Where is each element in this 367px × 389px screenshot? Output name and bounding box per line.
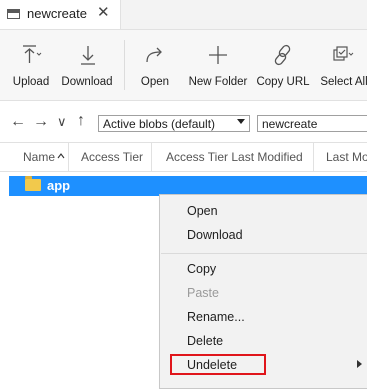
caret-down-icon xyxy=(237,119,245,124)
menu-divider xyxy=(161,253,367,254)
upload-button[interactable]: Upload xyxy=(6,30,56,100)
download-icon xyxy=(81,46,95,65)
undelete-highlight-box xyxy=(170,354,266,375)
column-header-row: Name Access Tier Access Tier Last Modifi… xyxy=(0,142,367,172)
menu-item-download[interactable]: Download xyxy=(187,228,243,242)
folder-icon xyxy=(25,176,41,191)
column-header-name[interactable]: Name xyxy=(23,143,65,171)
select-all-icon xyxy=(333,46,354,61)
download-button[interactable]: Download xyxy=(58,30,116,100)
close-icon[interactable]: ✕ xyxy=(97,4,110,22)
column-divider[interactable] xyxy=(68,143,69,171)
new-folder-label: New Folder xyxy=(188,76,248,88)
column-header-label: Name xyxy=(23,150,56,164)
blob-view-select[interactable]: Active blobs (default) xyxy=(98,115,250,132)
menu-item-open[interactable]: Open xyxy=(187,204,218,218)
tab-label: newcreate xyxy=(27,6,87,21)
column-header-last-modified[interactable]: Last Mo xyxy=(326,143,367,171)
path-value: newcreate xyxy=(262,117,318,131)
menu-item-copy[interactable]: Copy xyxy=(187,262,216,276)
link-icon xyxy=(274,44,291,66)
copy-url-label: Copy URL xyxy=(256,76,310,88)
toolbar: Upload Download Open New Folder Copy URL xyxy=(0,30,367,101)
menu-item-rename[interactable]: Rename... xyxy=(187,310,245,324)
copy-url-button[interactable]: Copy URL xyxy=(256,30,310,100)
tab-bar: newcreate ✕ xyxy=(0,0,367,30)
toolbar-divider xyxy=(124,40,125,90)
table-row[interactable]: app xyxy=(9,176,367,196)
forward-arrow-icon[interactable]: → xyxy=(33,113,49,131)
menu-item-paste: Paste xyxy=(187,286,219,300)
column-header-access-tier-last-modified[interactable]: Access Tier Last Modified xyxy=(166,143,303,171)
open-label: Open xyxy=(140,76,170,88)
chevron-down-icon[interactable]: ∨ xyxy=(57,113,67,131)
plus-icon xyxy=(209,46,227,64)
column-divider[interactable] xyxy=(151,143,152,171)
new-folder-button[interactable]: New Folder xyxy=(187,30,249,100)
column-divider[interactable] xyxy=(313,143,314,171)
select-all-button[interactable]: Select All xyxy=(316,30,367,100)
open-icon xyxy=(146,47,162,63)
path-input[interactable]: newcreate xyxy=(257,115,367,132)
upload-label: Upload xyxy=(12,76,50,88)
select-all-label: Select All xyxy=(320,76,367,88)
tab-newcreate[interactable]: newcreate ✕ xyxy=(0,0,121,29)
row-name: app xyxy=(47,178,71,193)
container-icon xyxy=(7,9,20,19)
up-arrow-icon[interactable]: ↑ xyxy=(77,112,85,130)
upload-icon xyxy=(23,45,42,63)
download-label: Download xyxy=(61,76,113,88)
open-button[interactable]: Open xyxy=(133,30,177,100)
menu-item-delete[interactable]: Delete xyxy=(187,334,223,348)
sort-ascending-icon xyxy=(57,153,65,159)
submenu-arrow-icon xyxy=(357,360,362,368)
back-arrow-icon[interactable]: ← xyxy=(10,113,26,131)
column-header-access-tier[interactable]: Access Tier xyxy=(81,143,143,171)
blob-view-value: Active blobs (default) xyxy=(103,117,216,131)
